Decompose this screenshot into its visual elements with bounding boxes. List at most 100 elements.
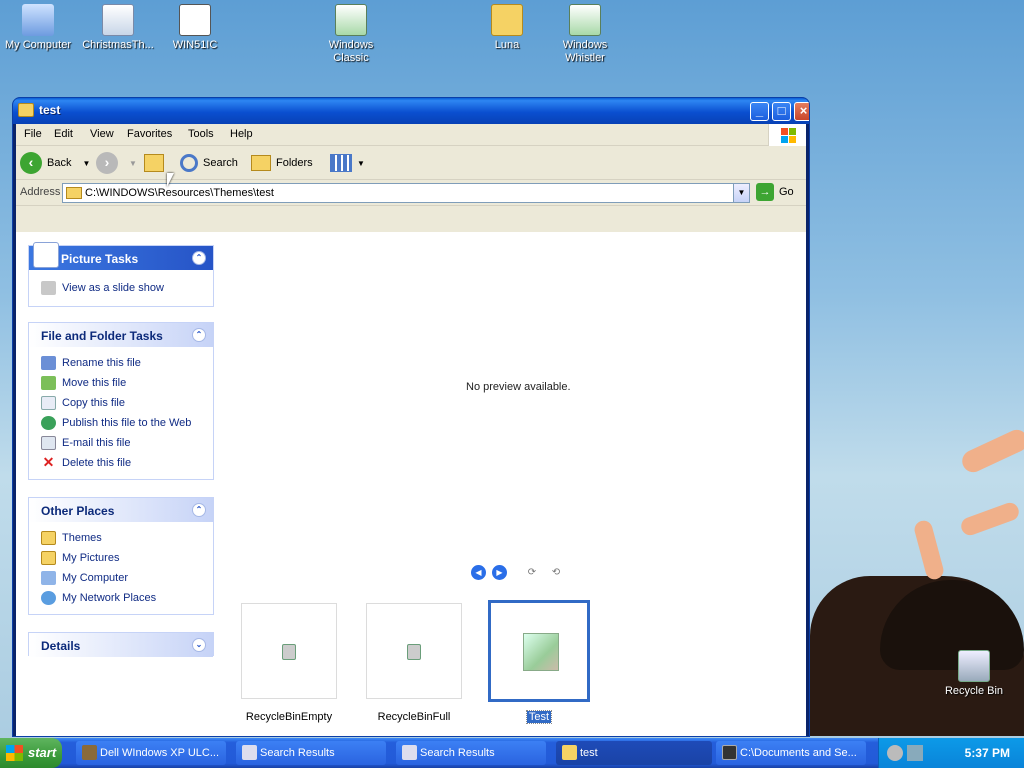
place-my-computer[interactable]: My Computer <box>29 568 213 588</box>
task-copy[interactable]: Copy this file <box>29 393 213 413</box>
desktop-icon-label: WIN51IC <box>172 39 218 51</box>
explorer-window: test _ □ × File Edit View Favorites Tool… <box>12 97 810 737</box>
rotate-clockwise-button[interactable]: ⟳ <box>523 567 541 579</box>
desktop-icon-luna[interactable]: Luna <box>467 4 547 52</box>
back-arrow-icon: ‹ <box>20 152 42 174</box>
menu-edit[interactable]: Edit <box>54 128 73 140</box>
next-image-button[interactable]: ▶ <box>492 565 507 580</box>
folder-icon <box>66 187 82 199</box>
collapse-chevron-icon[interactable]: ⌃ <box>192 503 206 517</box>
search-icon <box>180 154 198 172</box>
address-value: C:\WINDOWS\Resources\Themes\test <box>85 187 274 199</box>
speaker-icon[interactable] <box>887 745 903 761</box>
task-delete[interactable]: ✕ Delete this file <box>29 453 213 473</box>
task-pane: Picture Tasks ⌃ View as a slide show Fil… <box>16 232 226 736</box>
taskbar-button-search2[interactable]: Search Results <box>396 741 546 765</box>
thumbnail-recyclebinfull[interactable] <box>366 603 462 699</box>
back-button[interactable]: ‹ Back ▼ <box>20 151 90 175</box>
taskbar: start Dell WIndows XP ULC... Search Resu… <box>0 738 1024 768</box>
filmstrip-controls: ◀ ▶ ⟳ ⟲ <box>471 565 565 580</box>
email-icon <box>41 436 56 450</box>
up-folder-button[interactable] <box>144 151 164 175</box>
address-input[interactable]: C:\WINDOWS\Resources\Themes\test ▼ <box>62 183 750 203</box>
task-label: Move this file <box>62 377 127 389</box>
file-name-label[interactable]: Test <box>479 710 599 724</box>
taskbar-button-label: Dell WIndows XP ULC... <box>100 747 220 759</box>
folders-button[interactable]: Folders <box>251 151 313 175</box>
title-bar[interactable]: test _ □ × <box>13 98 809 124</box>
task-rename[interactable]: Rename this file <box>29 353 213 373</box>
clock[interactable]: 5:37 PM <box>965 746 1010 760</box>
menu-file[interactable]: File <box>24 128 42 140</box>
taskbar-button-dell[interactable]: Dell WIndows XP ULC... <box>76 741 226 765</box>
thumbnail-test[interactable] <box>488 600 590 702</box>
network-places-icon <box>41 591 56 605</box>
previous-image-button[interactable]: ◀ <box>471 565 486 580</box>
menu-tools[interactable]: Tools <box>188 128 214 140</box>
desktop-icon-recycle-bin[interactable]: Recycle Bin <box>934 650 1014 698</box>
rotate-counterclockwise-button[interactable]: ⟲ <box>547 567 565 579</box>
task-view-slideshow[interactable]: View as a slide show <box>29 278 213 298</box>
move-icon <box>41 376 56 390</box>
file-name-label[interactable]: RecycleBinEmpty <box>229 711 349 723</box>
folder-icon <box>491 4 523 36</box>
windows-logo-icon <box>768 124 806 146</box>
menu-favorites[interactable]: Favorites <box>127 128 172 140</box>
expand-chevron-icon[interactable]: ⌄ <box>192 638 206 652</box>
place-my-pictures[interactable]: My Pictures <box>29 548 213 568</box>
content-area: Picture Tasks ⌃ View as a slide show Fil… <box>16 232 806 736</box>
address-bar: Address C:\WINDOWS\Resources\Themes\test… <box>16 180 806 206</box>
menu-view[interactable]: View <box>90 128 114 140</box>
desktop-icon-christmas[interactable]: ChristmasTh... <box>78 4 158 52</box>
desktop-icon-my-computer[interactable]: My Computer <box>0 4 78 52</box>
desktop-icon-label: Recycle Bin <box>944 685 1004 697</box>
my-computer-icon <box>41 571 56 585</box>
preview-message: No preview available. <box>466 381 571 393</box>
folders-label: Folders <box>276 157 313 169</box>
desktop-icon-win51ic[interactable]: WIN51IC <box>155 4 235 52</box>
desktop-icon-windows-classic[interactable]: Windows Classic <box>311 4 391 65</box>
desktop-icon-label: Windows Classic <box>328 39 374 64</box>
desktop-icon-label: Luna <box>494 39 520 51</box>
taskbar-button-cmd[interactable]: C:\Documents and Se... <box>716 741 866 765</box>
chevron-down-icon[interactable]: ▼ <box>82 159 90 168</box>
task-label: Publish this file to the Web <box>62 417 192 429</box>
go-button[interactable]: → Go <box>756 183 794 201</box>
thumbnail-recyclebinempty[interactable] <box>241 603 337 699</box>
chevron-down-icon[interactable]: ▼ <box>129 159 137 168</box>
file-name-label[interactable]: RecycleBinFull <box>354 711 474 723</box>
task-email[interactable]: E-mail this file <box>29 433 213 453</box>
desktop-icon-windows-whistler[interactable]: Windows Whistler <box>545 4 625 65</box>
start-button[interactable]: start <box>0 738 62 768</box>
task-publish[interactable]: Publish this file to the Web <box>29 413 213 433</box>
collapse-chevron-icon[interactable]: ⌃ <box>192 328 206 342</box>
collapse-chevron-icon[interactable]: ⌃ <box>192 251 206 265</box>
place-themes[interactable]: Themes <box>29 528 213 548</box>
toolbar: ‹ Back ▼ › ▼ Search Folders ▼ <box>16 146 806 180</box>
search-results-icon <box>242 745 257 760</box>
maximize-button[interactable]: □ <box>772 102 791 121</box>
back-label: Back <box>47 157 72 169</box>
network-icon[interactable] <box>907 745 923 761</box>
menu-help[interactable]: Help <box>230 128 253 140</box>
taskbar-button-search1[interactable]: Search Results <box>236 741 386 765</box>
place-network[interactable]: My Network Places <box>29 588 213 608</box>
task-label: Rename this file <box>62 357 141 369</box>
taskbar-button-test[interactable]: test <box>556 741 712 765</box>
theme-file-icon <box>523 633 559 671</box>
views-button[interactable]: ▼ <box>330 151 365 175</box>
task-label: E-mail this file <box>62 437 131 449</box>
file-icon <box>102 4 134 36</box>
minimize-button[interactable]: _ <box>750 102 769 121</box>
forward-button[interactable]: › ▼ <box>96 151 137 175</box>
address-dropdown-button[interactable]: ▼ <box>733 184 749 202</box>
taskbar-button-label: Search Results <box>260 747 335 759</box>
other-places-header[interactable]: Other Places ⌃ <box>29 498 213 522</box>
file-folder-tasks-header[interactable]: File and Folder Tasks ⌃ <box>29 323 213 347</box>
close-button[interactable]: × <box>794 102 809 121</box>
details-header[interactable]: Details ⌄ <box>29 633 213 657</box>
task-move[interactable]: Move this file <box>29 373 213 393</box>
picture-tasks-header[interactable]: Picture Tasks ⌃ <box>29 242 213 270</box>
search-button[interactable]: Search <box>180 151 238 175</box>
rename-icon <box>41 356 56 370</box>
